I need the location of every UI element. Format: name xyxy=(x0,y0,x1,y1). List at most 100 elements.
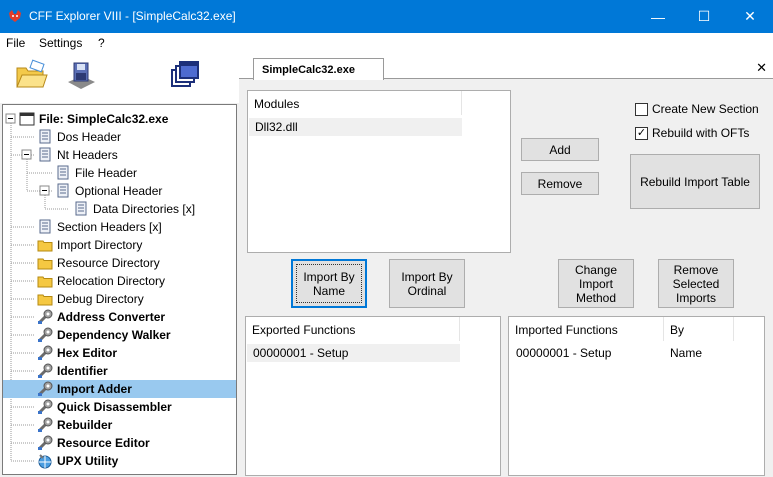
file-icon xyxy=(19,111,37,127)
save-file-icon[interactable] xyxy=(64,60,98,92)
tree-item-resource-directory[interactable]: Resource Directory xyxy=(37,254,162,272)
tree-item-debug-directory[interactable]: Debug Directory xyxy=(37,290,146,308)
tool-icon xyxy=(37,327,55,343)
import-by-name-label: Import By Name xyxy=(303,269,355,298)
exported-functions-header[interactable]: Exported Functions xyxy=(246,317,460,341)
folder-icon xyxy=(37,273,55,289)
tree-item-label: File: SimpleCalc32.exe xyxy=(39,112,169,126)
tree-item-import-directory[interactable]: Import Directory xyxy=(37,236,144,254)
tree-item-label: File Header xyxy=(75,166,138,180)
tree-item-import-adder[interactable]: Import Adder xyxy=(3,380,236,398)
globe-tool-icon xyxy=(37,453,55,469)
create-new-section-option[interactable]: Create New Section xyxy=(635,102,759,116)
tree-item-nt-headers[interactable]: Nt Headers xyxy=(37,146,120,164)
menu-settings[interactable]: Settings xyxy=(39,36,82,50)
tree-item-file-simplecalc32-exe[interactable]: File: SimpleCalc32.exe xyxy=(19,110,170,128)
tree-item-resource-editor[interactable]: Resource Editor xyxy=(37,434,152,452)
tree-item-dos-header[interactable]: Dos Header xyxy=(37,128,123,146)
tree-item-dependency-walker[interactable]: Dependency Walker xyxy=(37,326,173,344)
rebuild-with-ofts-checkbox[interactable]: ✓ xyxy=(635,126,648,140)
document-icon xyxy=(55,183,73,199)
folder-icon xyxy=(37,255,55,271)
imported-by-cell[interactable]: Name xyxy=(664,344,734,362)
tree-item-label: Dos Header xyxy=(57,130,122,144)
tree-item-label: Resource Directory xyxy=(57,256,160,270)
modules-header[interactable]: Modules xyxy=(248,91,462,115)
tool-icon xyxy=(37,417,55,433)
tool-icon xyxy=(37,381,55,397)
tree-item-rebuilder[interactable]: Rebuilder xyxy=(37,416,114,434)
tree-item-label: Relocation Directory xyxy=(57,274,166,288)
tree-item-label: Rebuilder xyxy=(57,418,113,432)
document-icon xyxy=(37,129,55,145)
tree-item-label: Quick Disassembler xyxy=(57,400,172,414)
create-new-section-label: Create New Section xyxy=(652,102,759,116)
window-title: CFF Explorer VIII - [SimpleCalc32.exe] xyxy=(29,9,236,23)
tree-item-relocation-directory[interactable]: Relocation Directory xyxy=(37,272,167,290)
create-new-section-checkbox[interactable] xyxy=(635,102,648,116)
remove-button[interactable]: Remove xyxy=(521,172,599,195)
tree-item-identifier[interactable]: Identifier xyxy=(37,362,110,380)
open-file-icon[interactable] xyxy=(14,58,48,92)
list-item[interactable]: Dll32.dll xyxy=(249,118,462,136)
modules-list[interactable]: Modules Dll32.dll xyxy=(247,90,511,253)
tab-area: SimpleCalc32.exe ✕ Modules Dll32.dll Add… xyxy=(239,56,773,477)
menu-file[interactable]: File xyxy=(6,36,25,50)
tree-item-upx-utility[interactable]: UPX Utility xyxy=(37,452,120,470)
tree-item-optional-header[interactable]: Optional Header xyxy=(55,182,164,200)
tree-item-label: Address Converter xyxy=(57,310,166,324)
tree-view[interactable]: File: SimpleCalc32.exe Dos Header Nt Heade… xyxy=(2,104,237,475)
imported-functions-list[interactable]: Imported Functions By 00000001 - Setup N… xyxy=(508,316,765,476)
tree-item-label: Hex Editor xyxy=(57,346,118,360)
change-import-method-button[interactable]: Change Import Method xyxy=(558,259,634,308)
app-logo-icon xyxy=(9,10,21,22)
tree-item-label: Optional Header xyxy=(75,184,163,198)
tree-item-label: Dependency Walker xyxy=(57,328,171,342)
tree-item-label: Identifier xyxy=(57,364,108,378)
menu-bar: File Settings ? xyxy=(0,33,773,53)
tool-icon xyxy=(37,345,55,361)
tree-item-quick-disassembler[interactable]: Quick Disassembler xyxy=(37,398,174,416)
exported-functions-list[interactable]: Exported Functions 00000001 - Setup xyxy=(245,316,501,476)
tab-strip: SimpleCalc32.exe ✕ xyxy=(239,56,773,80)
list-item[interactable]: 00000001 - Setup xyxy=(247,344,460,362)
tree-item-data-directories-x[interactable]: Data Directories [x] xyxy=(73,200,197,218)
tool-icon xyxy=(37,435,55,451)
windows-icon[interactable] xyxy=(168,60,200,92)
rebuild-with-ofts-option[interactable]: ✓ Rebuild with OFTs xyxy=(635,126,749,140)
tool-icon xyxy=(37,363,55,379)
remove-selected-imports-button[interactable]: Remove Selected Imports xyxy=(658,259,734,308)
imported-functions-header[interactable]: Imported Functions xyxy=(509,317,664,341)
tool-icon xyxy=(37,399,55,415)
imported-function-cell[interactable]: 00000001 - Setup xyxy=(510,344,660,362)
tree-item-hex-editor[interactable]: Hex Editor xyxy=(37,344,119,362)
close-button[interactable]: ✕ xyxy=(727,0,773,33)
document-icon xyxy=(73,201,91,217)
import-by-ordinal-button[interactable]: Import By Ordinal xyxy=(389,259,465,308)
folder-icon xyxy=(37,237,55,253)
tree-item-label: Resource Editor xyxy=(57,436,150,450)
tree-item-label: Import Directory xyxy=(57,238,143,252)
title-bar: CFF Explorer VIII - [SimpleCalc32.exe] —… xyxy=(0,0,773,33)
document-icon xyxy=(37,147,55,163)
tab-close-icon[interactable]: ✕ xyxy=(756,60,767,76)
tool-icon xyxy=(37,309,55,325)
folder-icon xyxy=(37,291,55,307)
document-icon xyxy=(37,219,55,235)
tree-item-label: Data Directories [x] xyxy=(93,202,196,216)
tab-simplecalc32[interactable]: SimpleCalc32.exe xyxy=(253,58,384,80)
rebuild-with-ofts-label: Rebuild with OFTs xyxy=(652,126,750,140)
menu-help[interactable]: ? xyxy=(98,36,105,50)
tree-item-label: Section Headers [x] xyxy=(57,220,162,234)
maximize-button[interactable]: ☐ xyxy=(681,0,727,33)
tree-item-file-header[interactable]: File Header xyxy=(55,164,139,182)
document-icon xyxy=(55,165,73,181)
minimize-button[interactable]: — xyxy=(635,0,681,33)
tree-item-section-headers-x[interactable]: Section Headers [x] xyxy=(37,218,164,236)
tree-item-label: Import Adder xyxy=(57,382,132,396)
import-by-name-button[interactable]: Import By Name xyxy=(291,259,367,308)
imported-by-header[interactable]: By xyxy=(664,317,734,341)
rebuild-import-table-button[interactable]: Rebuild Import Table xyxy=(630,154,760,209)
tree-item-address-converter[interactable]: Address Converter xyxy=(37,308,167,326)
add-button[interactable]: Add xyxy=(521,138,599,161)
